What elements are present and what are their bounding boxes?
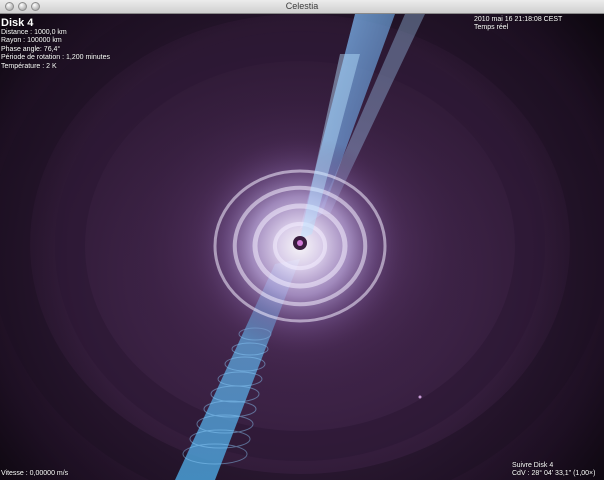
rotation-period-readout: Période de rotation : 1,200 minutes	[1, 54, 110, 62]
camera-panel: Suivre Disk 4 CdV : 28° 04' 33,1" (1,00×…	[512, 462, 595, 479]
object-info-panel: Disk 4 Distance : 1000,0 km Rayon : 1000…	[1, 17, 110, 71]
space-viewport[interactable]: Disk 4 Distance : 1000,0 km Rayon : 1000…	[0, 14, 604, 480]
accretion-disk-render	[0, 14, 604, 480]
time-mode-readout: Temps réel	[474, 24, 509, 32]
object-name: Disk 4	[1, 17, 34, 29]
time-panel: 2010 mai 16 21:18:08 CEST Temps réel	[474, 16, 562, 33]
window-title: Celestia	[285, 1, 319, 11]
radius-readout: Rayon : 100000 km	[1, 37, 62, 45]
title-bar[interactable]: Celestia	[0, 0, 604, 14]
fov-readout: CdV : 28° 04' 33,1" (1,00×)	[512, 470, 596, 478]
phase-angle-readout: Phase angle: 76,4°	[1, 45, 61, 53]
temperature-readout: Température : 2 K	[1, 62, 57, 70]
speed-readout: Vitesse : 0,00000 m/s	[1, 470, 69, 477]
celestia-window: Celestia Disk 4 Distance: 1000,0 km Ray…	[0, 0, 604, 480]
